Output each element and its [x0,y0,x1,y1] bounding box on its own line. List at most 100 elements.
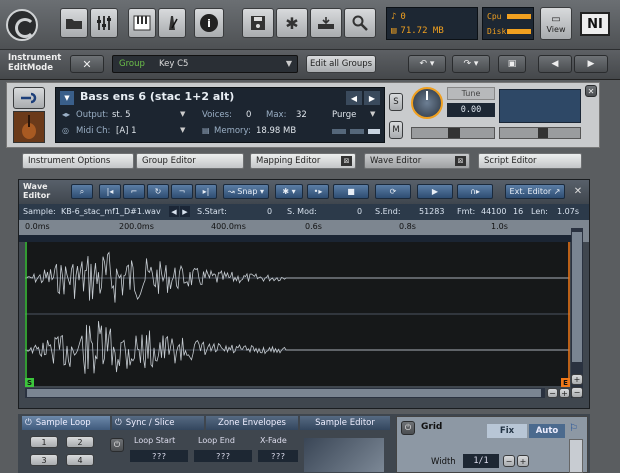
loop-play-icon[interactable]: ⟳ [375,184,411,199]
prev-sample-icon[interactable]: ◀ [169,206,179,217]
mute-button[interactable]: M [389,121,403,139]
group-selector[interactable]: Group Key C5 ▼ [112,55,298,73]
go-start-icon[interactable]: |◂ [99,184,121,199]
tab-mapping-editor[interactable]: Mapping Editor ⊠ [250,153,356,169]
info-icon[interactable]: i [194,8,224,38]
sample-start-marker[interactable]: S [25,378,34,387]
tab-zone-envelopes[interactable]: Zone Envelopes [206,416,298,430]
grid-fix-button[interactable]: Fix [487,424,527,438]
close-editmode-button[interactable]: ✕ [70,55,104,73]
loop-slot-2[interactable]: 2 [66,436,94,448]
loop-slot-3[interactable]: 3 [30,454,58,466]
edit-mode-title: Instrument EditMode [8,53,61,73]
smod-value[interactable]: 0 [357,207,362,216]
tab-wave-editor[interactable]: Wave Editor ⊠ [364,153,470,169]
loop-icon[interactable]: ↻ [147,184,169,199]
mapping-editor-toggle-icon[interactable]: ⊠ [341,156,352,166]
purge-label[interactable]: Purge [332,110,356,120]
loop-end-value[interactable]: ??? [194,450,252,462]
headphones-icon[interactable]: ∩▸ [457,184,493,199]
sstart-value[interactable]: 0 [267,207,272,216]
vertical-zoom-in-button[interactable]: + [571,374,583,385]
tab-instrument-options[interactable]: Instrument Options [22,153,134,169]
close-wave-editor-icon[interactable]: ✕ [571,184,585,198]
width-increase-button[interactable]: + [517,455,529,467]
instrument-name[interactable]: Bass ens 6 (stac 1+2 alt) [80,90,234,103]
output-value[interactable]: st. 5 [112,110,131,120]
horizontal-scrollbar[interactable] [25,388,545,398]
prev-instrument-icon[interactable]: ◀ [538,55,572,73]
loop-slot-1[interactable]: 1 [30,436,58,448]
tab-sample-loop[interactable]: ⏻ Sample Loop [22,416,110,430]
play-icon[interactable]: ▶ [417,184,453,199]
gear-icon[interactable]: ✱ [276,8,308,38]
purge-dropdown-icon[interactable]: ▼ [370,110,375,118]
next-instrument-arrow-icon[interactable]: ▶ [364,91,380,105]
midi-value[interactable]: [A] 1 [116,126,137,136]
output-dropdown-icon[interactable]: ▼ [180,110,185,118]
pan-slider[interactable] [411,127,495,139]
tab-group-editor[interactable]: Group Editor [136,153,244,169]
horizontal-zoom-out-button[interactable]: − [547,388,558,398]
send-value[interactable]: 51283 [419,207,444,216]
cursor-play-icon[interactable]: •▸ [307,184,329,199]
vertical-scrollbar[interactable] [571,228,583,398]
edit-all-groups-button[interactable]: Edit all Groups [306,55,376,73]
browser-icon[interactable] [60,8,88,38]
save-icon[interactable] [242,8,274,38]
stop-icon[interactable]: ■ [333,184,369,199]
tab-sample-editor[interactable]: Sample Editor [300,416,390,430]
go-end-icon[interactable]: ▸| [195,184,217,199]
loop-slot-4[interactable]: 4 [66,454,94,466]
keyboard-icon[interactable] [128,8,156,38]
tune-value[interactable]: 0.00 [447,103,495,117]
next-instrument-icon[interactable]: ▶ [574,55,608,73]
loop-power-icon[interactable]: ⏻ [110,438,124,452]
save-preset-icon[interactable]: ▣ [498,55,526,73]
kontakt-logo-icon[interactable] [6,9,38,41]
rack-mixer-icon[interactable] [90,8,118,38]
volume-slider[interactable] [499,127,581,139]
wave-editor-toggle-icon[interactable]: ⊠ [455,156,466,166]
loop-start-value[interactable]: ??? [130,450,188,462]
solo-button[interactable]: S [389,93,403,111]
output-icon[interactable] [310,8,342,38]
power-icon[interactable]: ⏻ [25,418,32,428]
grid-flag-icon[interactable]: ⚐ [569,423,578,434]
undo-icon[interactable]: ↶ ▾ [408,55,446,73]
search-icon[interactable] [344,8,376,38]
loop-end-icon[interactable]: ¬ [171,184,193,199]
prev-instrument-arrow-icon[interactable]: ◀ [346,91,362,105]
waveform-display[interactable]: S E [24,242,570,387]
snap-button[interactable]: ↝ Snap ▾ [223,184,269,199]
horizontal-zoom-in-button[interactable]: + [559,388,570,398]
grid-side-scrollbar[interactable] [569,439,583,473]
vertical-zoom-out-button[interactable]: − [571,387,583,398]
max-value[interactable]: 32 [296,110,307,120]
time-ruler[interactable]: 0.0ms 200.0ms 400.0ms 0.6s 0.8s 1.0s [19,220,589,242]
ext-editor-button[interactable]: Ext. Editor ↗ [505,184,565,199]
ruler-scrollbar[interactable] [19,235,571,242]
grid-auto-button[interactable]: Auto [529,424,565,438]
close-instrument-icon[interactable]: ✕ [585,85,597,97]
tab-sync-slice[interactable]: ⏻ Sync / Slice [112,416,204,430]
grid-power-icon[interactable]: ⏻ [401,421,415,435]
zoom-search-icon[interactable]: ⌕ [71,184,93,199]
tab-script-editor[interactable]: Script Editor [478,153,582,169]
xfade-value[interactable]: ??? [258,450,298,462]
wrench-icon[interactable] [13,87,45,109]
instrument-menu-icon[interactable]: ▼ [60,91,74,105]
midi-dropdown-icon[interactable]: ▼ [180,126,185,134]
power-icon[interactable]: ⏻ [115,418,122,428]
sample-end-marker[interactable]: E [561,378,570,387]
next-sample-icon[interactable]: ▶ [180,206,190,217]
view-button[interactable]: ▭ View [540,7,572,40]
metronome-icon[interactable] [158,8,186,38]
send-label: S.End: [375,207,401,216]
tune-knob-icon[interactable] [411,87,443,119]
redo-icon[interactable]: ↷ ▾ [452,55,490,73]
loop-start-icon[interactable]: ⌐ [123,184,145,199]
width-decrease-button[interactable]: − [503,455,515,467]
width-value[interactable]: 1/1 [463,454,499,468]
wave-settings-gear-icon[interactable]: ✱ ▾ [275,184,303,199]
